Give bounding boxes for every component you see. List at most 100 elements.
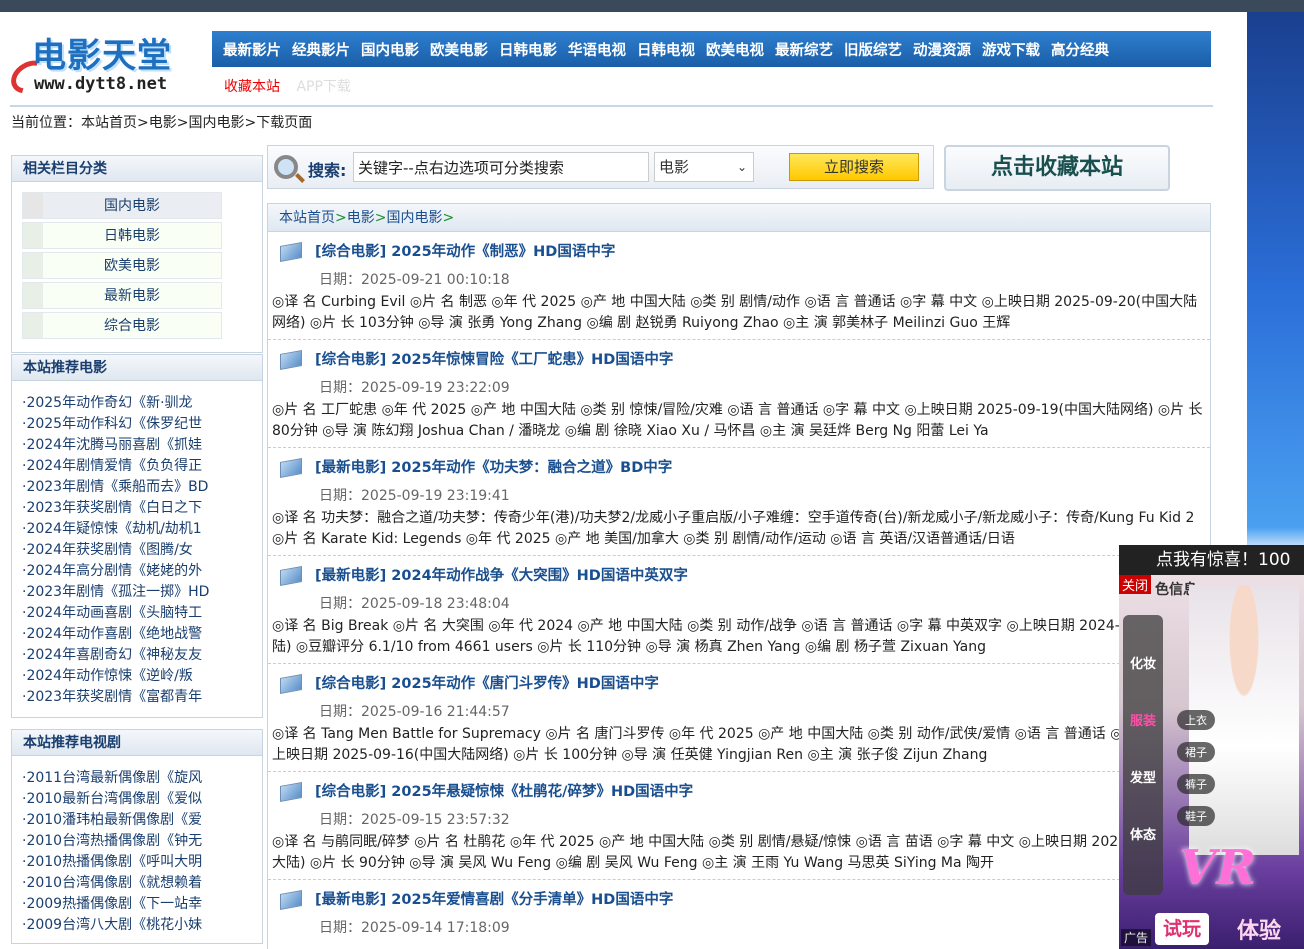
logo-url: www.dytt8.net — [34, 74, 168, 94]
ad-menu-item[interactable]: 服装 — [1123, 710, 1163, 729]
ad-menu-item[interactable]: 发型 — [1123, 767, 1163, 786]
app-download-link[interactable]: APP下载 — [296, 79, 350, 95]
movie-date: 日期：2025-09-19 23:19:41 — [319, 488, 510, 504]
recommended-movie-link[interactable]: ·2024年动作喜剧《绝地战警 — [22, 624, 252, 645]
movie-description: ◎译 名 功夫梦：融合之道/功夫梦：传奇少年(港)/功夫梦2/龙威小子重启版/小… — [272, 510, 1195, 547]
floating-ad[interactable]: 点我有惊喜！100 关闭 色信息 化妆 服装 发型 体态 上衣 裙子 裤子 鞋子… — [1119, 545, 1304, 949]
breadcrumb-prefix: 当前位置： — [11, 115, 81, 131]
breadcrumb-domestic[interactable]: 国内电影 — [188, 115, 244, 131]
ad-side-menu: 化妆 服装 发型 体态 — [1123, 615, 1163, 895]
list-crumb-movie[interactable]: 电影 — [347, 210, 375, 226]
recommended-tv-title: 本站推荐电视剧 — [12, 730, 262, 756]
recommended-movie-link[interactable]: ·2024年剧情爱情《负负得正 — [22, 456, 252, 477]
recommended-movie-link[interactable]: ·2025年动作科幻《侏罗纪世 — [22, 414, 252, 435]
category-item[interactable]: 综合电影 — [22, 312, 222, 339]
recommended-movie-link[interactable]: ·2023年剧情《乘船而去》BD — [22, 477, 252, 498]
list-item: [综合电影] 2025年悬疑惊悚《杜鹃花/碎梦》HD国语中字 日期：2025-0… — [268, 772, 1210, 880]
search-type-select[interactable]: 电影 ⌄ — [654, 152, 754, 182]
ad-headline[interactable]: 点我有惊喜！100 — [1119, 545, 1304, 575]
recommended-tv-link[interactable]: ·2010最新台湾偶像剧《爱似 — [22, 789, 252, 810]
movie-title-link[interactable]: [综合电影] 2025年动作《唐门斗罗传》HD国语中字 — [315, 672, 659, 693]
recommended-tv-link[interactable]: ·2010热播偶像剧《呼叫大明 — [22, 852, 252, 873]
ad-chip[interactable]: 裤子 — [1177, 774, 1215, 794]
ad-chip[interactable]: 上衣 — [1177, 710, 1215, 730]
movie-date: 日期：2025-09-21 00:10:18 — [319, 272, 510, 288]
nav-item[interactable]: 高分经典 — [1051, 39, 1109, 60]
main-nav: 最新影片 经典影片 国内电影 欧美电影 日韩电影 华语电视 日韩电视 欧美电视 … — [212, 31, 1211, 67]
ad-vr-logo: VR — [1179, 840, 1257, 896]
recommended-tv-link[interactable]: ·2011台湾最新偶像剧《旋风 — [22, 768, 252, 789]
movie-date: 日期：2025-09-19 23:22:09 — [319, 380, 510, 396]
ad-menu-item[interactable]: 化妆 — [1123, 653, 1163, 672]
breadcrumb-current: 下载页面 — [256, 115, 313, 131]
recommended-movie-link[interactable]: ·2023年获奖剧情《富都青年 — [22, 687, 252, 708]
category-item[interactable]: 日韩电影 — [22, 222, 222, 249]
list-crumb-home[interactable]: 本站首页 — [279, 210, 335, 226]
movie-title-link[interactable]: [最新电影] 2024年动作战争《大突围》HD国语中英双字 — [315, 564, 688, 585]
search-input[interactable] — [353, 152, 649, 182]
category-item[interactable]: 最新电影 — [22, 282, 222, 309]
nav-item[interactable]: 旧版综艺 — [844, 39, 902, 60]
nav-item[interactable]: 欧美电视 — [706, 39, 764, 60]
recommended-tv-link[interactable]: ·2009热播偶像剧《下一站幸 — [22, 894, 252, 915]
recommended-movie-link[interactable]: ·2024年沈腾马丽喜剧《抓娃 — [22, 435, 252, 456]
category-panel-title: 相关栏目分类 — [12, 156, 262, 182]
recommended-tv-link[interactable]: ·2010潘玮柏最新偶像剧《爱 — [22, 810, 252, 831]
nav-item[interactable]: 游戏下载 — [982, 39, 1040, 60]
ad-menu-item[interactable]: 体态 — [1123, 824, 1163, 843]
nav-item[interactable]: 最新综艺 — [775, 39, 833, 60]
movie-title-link[interactable]: [综合电影] 2025年动作《制恶》HD国语中字 — [315, 240, 615, 261]
ad-tag: 广告 — [1121, 929, 1152, 946]
nav-item[interactable]: 动漫资源 — [913, 39, 971, 60]
ad-chip[interactable]: 鞋子 — [1177, 806, 1215, 826]
ad-close-button[interactable]: 关闭 — [1119, 575, 1152, 594]
recommended-movie-link[interactable]: ·2024年获奖剧情《图腾/女 — [22, 540, 252, 561]
recommended-tv-link[interactable]: ·2009台湾八大剧《桃花小妹 — [22, 915, 252, 936]
breadcrumb: 当前位置：本站首页>电影>国内电影>下载页面 — [11, 115, 313, 131]
site-logo[interactable]: 电影天堂 www.dytt8.net — [5, 24, 210, 100]
movie-title-link[interactable]: [最新电影] 2025年动作《功夫梦：融合之道》BD中字 — [315, 456, 672, 477]
ad-experience-text: 体验 — [1237, 919, 1282, 944]
recommended-movie-link[interactable]: ·2024年疑惊悚《劫机/劫机1 — [22, 519, 252, 540]
divider — [10, 105, 1213, 107]
movie-date: 日期：2025-09-18 23:48:04 — [319, 596, 510, 612]
recommended-movie-link[interactable]: ·2025年动作奇幻《新·驯龙 — [22, 393, 252, 414]
category-panel: 相关栏目分类 国内电影 日韩电影 欧美电影 最新电影 综合电影 — [11, 155, 263, 353]
recommended-movie-link[interactable]: ·2024年喜剧奇幻《神秘友友 — [22, 645, 252, 666]
breadcrumb-movie[interactable]: 电影 — [149, 115, 177, 131]
recommended-movie-link[interactable]: ·2023年获奖剧情《白日之下 — [22, 498, 252, 519]
category-item[interactable]: 国内电影 — [22, 192, 222, 219]
chevron-down-icon: ⌄ — [736, 160, 747, 174]
bookmark-site-button[interactable]: 点击收藏本站 — [944, 145, 1170, 191]
nav-item[interactable]: 欧美电影 — [430, 39, 488, 60]
nav-item[interactable]: 最新影片 — [223, 39, 281, 60]
list-item: [最新电影] 2024年动作战争《大突围》HD国语中英双字 日期：2025-09… — [268, 556, 1210, 664]
movie-title-link[interactable]: [最新电影] 2025年爱情喜剧《分手清单》HD国语中字 — [315, 888, 673, 909]
favorite-link[interactable]: 收藏本站 — [224, 79, 280, 95]
breadcrumb-home[interactable]: 本站首页 — [81, 115, 137, 131]
nav-item[interactable]: 华语电视 — [568, 39, 626, 60]
nav-item[interactable]: 国内电影 — [361, 39, 419, 60]
nav-item[interactable]: 日韩电影 — [499, 39, 557, 60]
recommended-movie-link[interactable]: ·2024年高分剧情《姥姥的外 — [22, 561, 252, 582]
movie-description: ◎译 名 与鹃同眠/碎梦 ◎片 名 杜鹃花 ◎年 代 2025 ◎产 地 中国大… — [272, 834, 1207, 871]
recommended-movie-link[interactable]: ·2024年动作惊悚《逆岭/叛 — [22, 666, 252, 687]
recommended-tv-link[interactable]: ·2010台湾热播偶像剧《钟无 — [22, 831, 252, 852]
movie-description — [272, 940, 1210, 949]
nav-item[interactable]: 日韩电视 — [637, 39, 695, 60]
movie-description: ◎片 名 工厂蛇患 ◎年 代 2025 ◎产 地 中国大陆 ◎类 别 惊悚/冒险… — [272, 402, 1203, 439]
ad-chip[interactable]: 裙子 — [1177, 742, 1215, 762]
nav-item[interactable]: 经典影片 — [292, 39, 350, 60]
list-crumb-domestic[interactable]: 国内电影 — [386, 210, 442, 226]
list-item: [综合电影] 2025年动作《制恶》HD国语中字 日期：2025-09-21 0… — [268, 232, 1210, 340]
recommended-movie-link[interactable]: ·2023年剧情《孤注一掷》HD — [22, 582, 252, 603]
recommended-tv-link[interactable]: ·2010台湾偶像剧《就想赖着 — [22, 873, 252, 894]
movie-title-link[interactable]: [综合电影] 2025年惊悚冒险《工厂蛇患》HD国语中字 — [315, 348, 673, 369]
recommended-movie-link[interactable]: ·2024年动画喜剧《头脑特工 — [22, 603, 252, 624]
movie-title-link[interactable]: [综合电影] 2025年悬疑惊悚《杜鹃花/碎梦》HD国语中字 — [315, 780, 693, 801]
category-item[interactable]: 欧美电影 — [22, 252, 222, 279]
ad-try-button[interactable]: 试玩 — [1155, 913, 1210, 945]
document-icon — [280, 242, 302, 262]
search-button[interactable]: 立即搜索 — [789, 153, 919, 181]
list-item: [综合电影] 2025年惊悚冒险《工厂蛇患》HD国语中字 日期：2025-09-… — [268, 340, 1210, 448]
